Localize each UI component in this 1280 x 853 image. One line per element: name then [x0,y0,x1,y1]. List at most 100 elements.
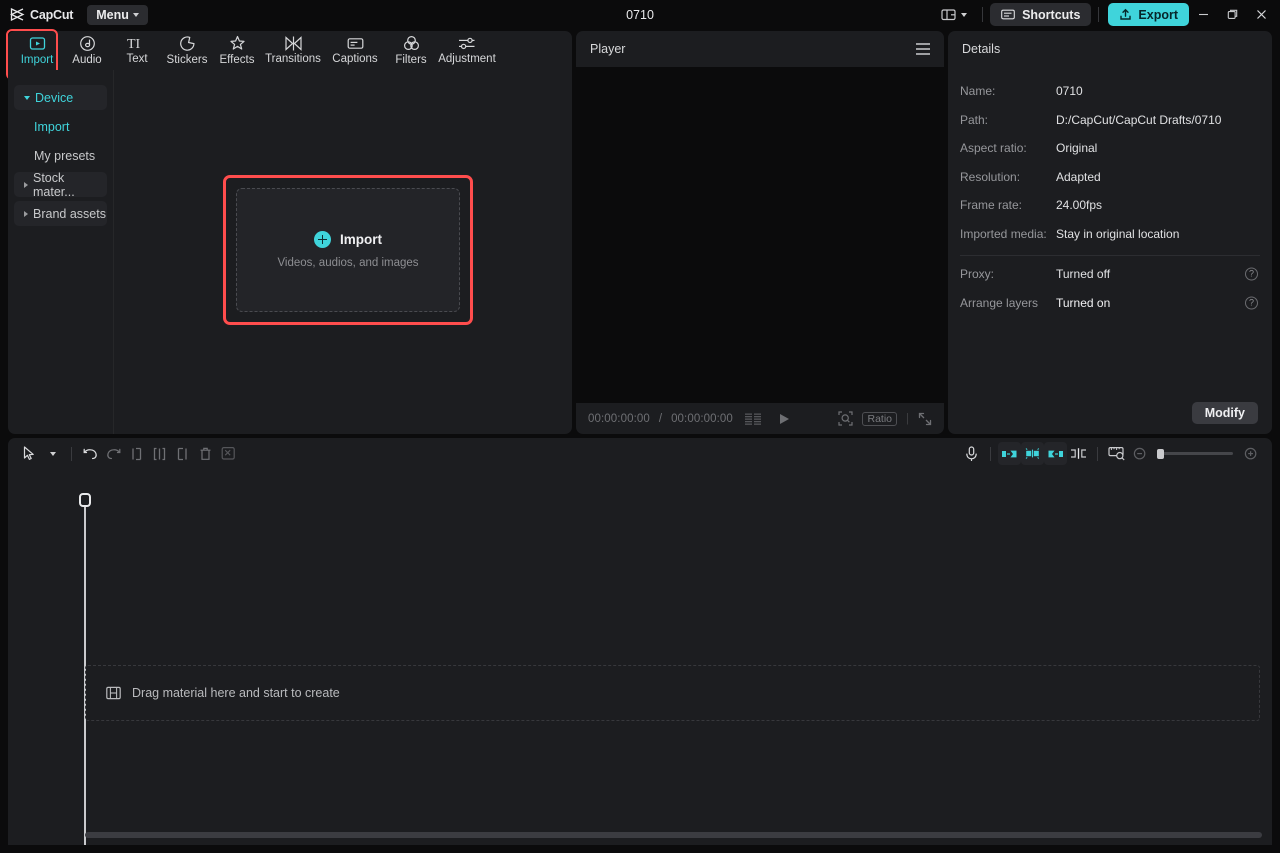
import-dropzone[interactable]: Import Videos, audios, and images [236,188,460,312]
detail-row-name: Name: 0710 [960,77,1260,106]
effects-icon [229,35,246,52]
play-icon[interactable] [780,414,789,424]
detail-value: Stay in original location [1056,227,1179,241]
preview-ruler-button[interactable] [1105,442,1128,465]
sidebar-item-my-presets[interactable]: My presets [14,143,107,168]
sidebar-item-brand-assets[interactable]: Brand assets [14,201,107,226]
fullscreen-icon[interactable] [918,412,932,426]
zoom-slider-knob[interactable] [1157,449,1164,459]
tab-import[interactable]: Import [12,31,62,70]
detail-value: Original [1056,141,1097,155]
timeline-placeholder-track[interactable]: Drag material here and start to create [85,665,1260,721]
menu-button[interactable]: Menu [87,5,148,25]
select-tool[interactable] [18,442,41,465]
keyframe-next-button[interactable] [1044,442,1067,465]
stickers-icon [179,35,196,52]
split-left-button[interactable] [125,442,148,465]
tab-audio[interactable]: Audio [62,31,112,70]
tab-label: Audio [72,54,101,66]
delete-button[interactable] [194,442,217,465]
zoom-in-icon[interactable] [1239,442,1262,465]
left-panel: Device Import My presets Stock mater... … [8,70,572,434]
sidebar-item-label: Stock mater... [33,171,107,199]
hamburger-icon[interactable] [916,43,930,54]
mirror-button[interactable] [1067,442,1090,465]
sidebar-item-import[interactable]: Import [14,114,107,139]
player-controls: 00:00:00:00 / 00:00:00:00 [576,403,944,434]
zoom-out-icon[interactable] [1128,442,1151,465]
upload-icon [1119,8,1132,21]
detail-row-imported-media: Imported media: Stay in original locatio… [960,220,1260,249]
detail-key: Name: [960,84,1056,98]
divider [990,447,991,461]
tab-transitions[interactable]: Transitions [262,31,324,70]
player-title: Player [590,42,625,56]
minimize-button[interactable] [1189,0,1218,29]
app-logo: CapCut [10,8,73,22]
tab-stickers[interactable]: Stickers [162,31,212,70]
divider [982,7,983,22]
keyframe-prev-button[interactable] [998,442,1021,465]
zoom-slider[interactable] [1157,452,1233,455]
tab-adjustment[interactable]: Adjustment [436,31,498,70]
detail-key: Imported media: [960,227,1056,241]
divider [71,447,72,461]
text-icon: TI [126,36,148,51]
tab-filters[interactable]: Filters [386,31,436,70]
magnifier-icon[interactable] [838,411,853,426]
details-header: Details [948,31,1272,67]
export-button[interactable]: Export [1108,3,1189,26]
chevron-right-icon [24,211,28,217]
record-voiceover-button[interactable] [960,442,983,465]
captions-icon [347,36,364,51]
detail-value: 0710 [1056,84,1083,98]
tab-label: Captions [332,53,377,65]
chevron-right-icon [24,182,28,188]
detail-key: Proxy: [960,267,1056,281]
shortcuts-button[interactable]: Shortcuts [990,3,1091,26]
ratio-button[interactable]: Ratio [862,412,897,426]
layout-button[interactable] [933,4,975,26]
chevron-down-icon [24,96,30,100]
sidebar-item-stock-materials[interactable]: Stock mater... [14,172,107,197]
chevron-down-icon [961,13,967,17]
detail-value: D:/CapCut/CapCut Drafts/0710 [1056,113,1221,127]
player-stage[interactable] [576,67,944,403]
modify-button[interactable]: Modify [1192,402,1258,424]
undo-button[interactable] [79,442,102,465]
frames-icon[interactable] [745,413,762,425]
redo-button[interactable] [102,442,125,465]
detail-row-aspect-ratio: Aspect ratio: Original [960,134,1260,163]
tool-dropdown[interactable] [41,442,64,465]
audio-icon [79,35,96,52]
playhead-handle[interactable] [79,493,91,507]
window-controls: Shortcuts Export [933,0,1280,29]
divider [960,255,1260,256]
detail-row-proxy: Proxy: Turned off ? [960,260,1260,289]
menu-label: Menu [96,8,129,22]
tab-label: Filters [395,54,426,66]
title-bar: CapCut Menu 0710 [0,0,1280,29]
shortcuts-label: Shortcuts [1022,8,1080,22]
sidebar-item-label: Brand assets [33,207,106,221]
details-panel: Details Name: 0710 Path: D:/CapCut/CapCu… [948,31,1272,434]
divider [1097,447,1098,461]
auto-snap-button[interactable] [1021,442,1044,465]
sidebar-item-device[interactable]: Device [14,85,107,110]
split-right-button[interactable] [171,442,194,465]
layout-icon [941,8,956,21]
close-button[interactable] [1247,0,1276,29]
maximize-button[interactable] [1218,0,1247,29]
help-icon[interactable]: ? [1245,296,1258,309]
split-button[interactable] [148,442,171,465]
detach-audio-button[interactable] [217,442,240,465]
detail-row-frame-rate: Frame rate: 24.00fps [960,191,1260,220]
tab-effects[interactable]: Effects [212,31,262,70]
import-dropzone-subtitle: Videos, audios, and images [277,257,418,269]
tab-text[interactable]: TI Text [112,31,162,70]
tab-captions[interactable]: Captions [324,31,386,70]
help-icon[interactable]: ? [1245,268,1258,281]
tab-label: Adjustment [438,53,496,65]
timeline-horizontal-scrollbar[interactable] [85,832,1262,838]
timeline-body[interactable]: Drag material here and start to create [8,469,1272,845]
